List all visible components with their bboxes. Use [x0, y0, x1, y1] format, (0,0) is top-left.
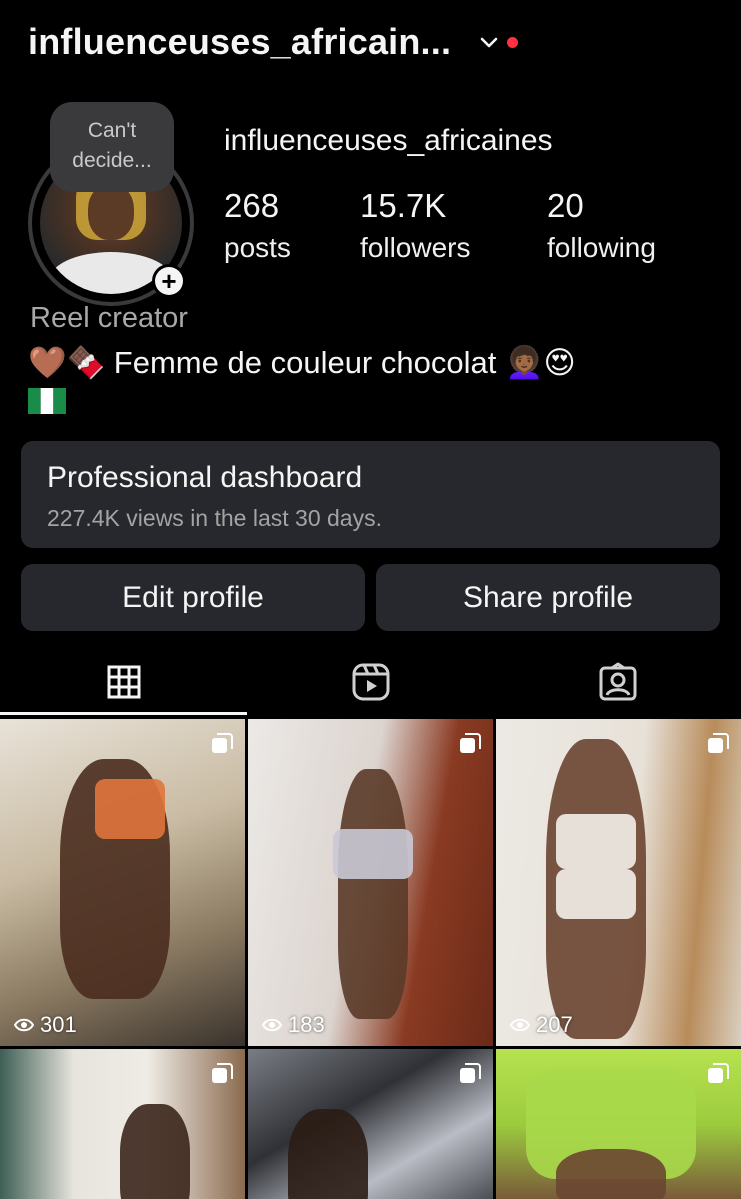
nigeria-flag-icon	[28, 388, 66, 414]
stat-label: followers	[360, 232, 471, 263]
stat-value: 268	[224, 187, 280, 224]
tab-reels[interactable]	[247, 648, 494, 716]
multiple-photos-icon	[708, 733, 729, 753]
view-count: 301	[14, 1012, 77, 1038]
post-tile[interactable]	[248, 1049, 493, 1199]
professional-dashboard[interactable]: Professional dashboard 227.4K views in t…	[21, 441, 720, 548]
view-count-value: 301	[40, 1012, 77, 1037]
profile-tabs	[0, 648, 741, 716]
plus-icon: +	[155, 267, 183, 295]
note-bubble[interactable]: Can't decide...	[50, 102, 174, 192]
share-profile-button[interactable]: Share profile	[376, 564, 720, 631]
account-username: influenceuses_africain...	[28, 21, 452, 62]
active-tab-indicator	[0, 712, 247, 715]
grid-icon	[107, 665, 140, 699]
profile-handle: influenceuses_africaines	[224, 124, 553, 157]
post-tile[interactable]: 183	[248, 719, 493, 1046]
account-switcher[interactable]: influenceuses_africain...	[28, 18, 519, 66]
multiple-photos-icon	[708, 1063, 729, 1083]
profile-category: Reel creator	[30, 302, 188, 334]
post-tile[interactable]	[496, 1049, 741, 1199]
stat-posts[interactable]: 268 posts	[224, 186, 291, 270]
eye-icon	[510, 1018, 530, 1032]
add-story-button[interactable]: +	[152, 264, 186, 298]
stat-value: 15.7K	[360, 187, 447, 224]
reels-icon	[352, 663, 389, 701]
stat-label: posts	[224, 232, 291, 263]
view-count: 183	[262, 1012, 325, 1038]
tab-posts[interactable]	[0, 648, 247, 716]
eye-icon	[262, 1018, 282, 1032]
post-tile[interactable]: 301	[0, 719, 245, 1046]
multiple-photos-icon	[212, 1063, 233, 1083]
tagged-icon	[599, 662, 636, 701]
post-tile[interactable]: 207	[496, 719, 741, 1046]
multiple-photos-icon	[460, 733, 481, 753]
eye-icon	[14, 1018, 34, 1032]
profile-bio: 🤎🍫 Femme de couleur chocolat 👩🏾‍🦱😍	[28, 345, 576, 380]
tab-tagged[interactable]	[494, 648, 741, 716]
stat-followers[interactable]: 15.7K followers	[360, 186, 470, 270]
dashboard-title: Professional dashboard	[47, 461, 363, 494]
view-count: 207	[510, 1012, 573, 1038]
multiple-photos-icon	[212, 733, 233, 753]
view-count-value: 183	[288, 1012, 325, 1037]
stat-label: following	[547, 232, 656, 263]
chevron-down-icon	[480, 37, 498, 48]
post-tile[interactable]	[0, 1049, 245, 1199]
stat-following[interactable]: 20 following	[547, 186, 656, 270]
dashboard-subtitle: 227.4K views in the last 30 days.	[47, 505, 382, 531]
multiple-photos-icon	[460, 1063, 481, 1083]
notification-dot	[507, 36, 519, 48]
stat-value: 20	[547, 187, 584, 224]
view-count-value: 207	[536, 1012, 573, 1037]
edit-profile-button[interactable]: Edit profile	[21, 564, 365, 631]
profile-bio-flag	[28, 386, 66, 421]
